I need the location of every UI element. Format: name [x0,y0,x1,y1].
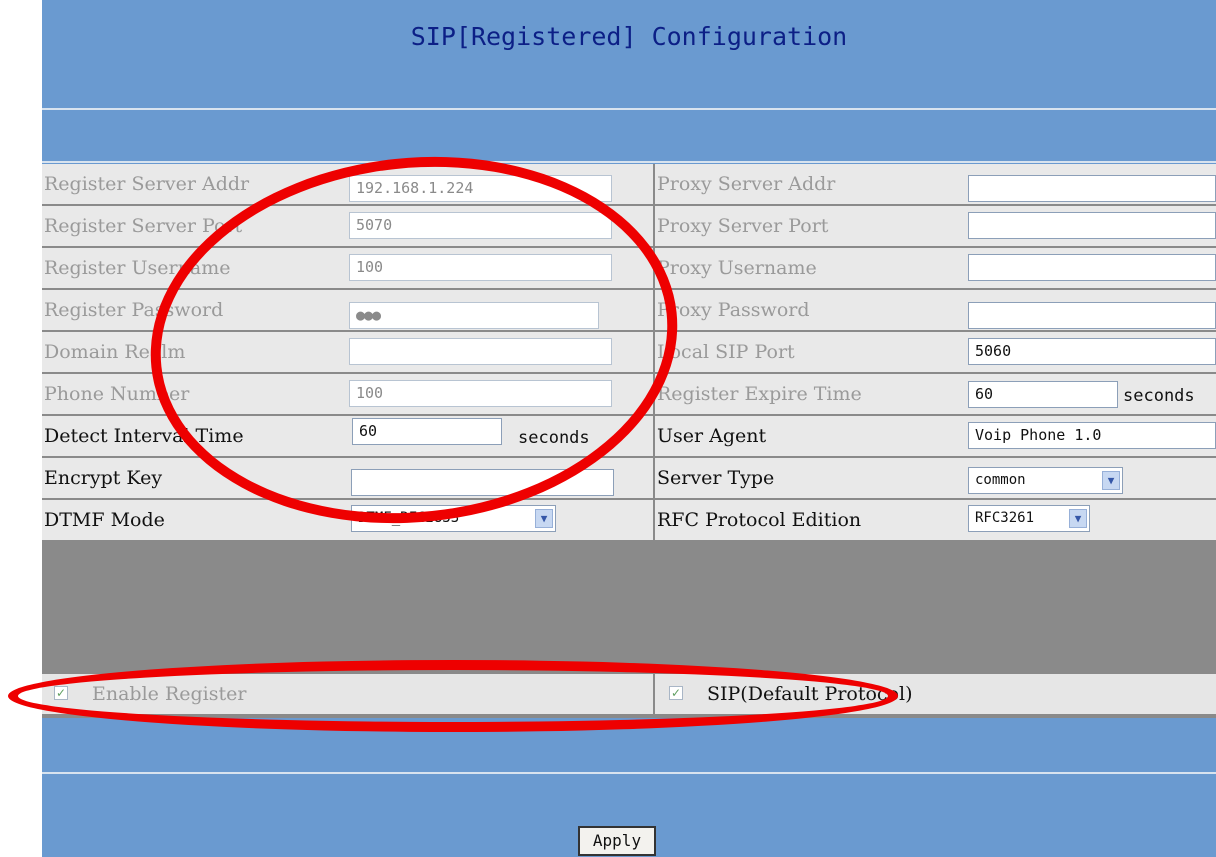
page-title: SIP[Registered] Configuration [410,22,848,51]
detect-interval-time-input[interactable]: 60 [352,418,502,445]
proxy-username-label: Proxy Username [655,248,963,288]
sip-default-label: SIP(Default Protocol) [707,683,913,705]
value-cell: 5070 [345,206,653,246]
register-expire-time-label: Register Expire Time [655,374,963,414]
encrypt-key-input[interactable] [351,469,614,496]
seconds-unit: seconds [518,428,590,448]
divider [42,161,1216,163]
divider [42,108,1216,110]
settings-table: Register Server Addr 192.168.1.224 Proxy… [42,164,1216,718]
table-row: Register Server Addr 192.168.1.224 Proxy… [42,164,1216,206]
phone-number-input[interactable]: 100 [349,380,612,407]
register-password-label: Register Password [42,290,345,330]
local-sip-port-label: Local SIP Port [655,332,963,372]
value-cell [963,248,1216,288]
rfc-protocol-select[interactable]: RFC3261 ▼ [968,505,1090,532]
value-cell: ●●● [345,290,653,330]
table-row: DTMF Mode DTMF_RFC2833 ▼ RFC Protocol Ed… [42,500,1216,542]
value-cell: 5060 [963,332,1216,372]
phone-number-label: Phone Number [42,374,345,414]
divider [42,772,1216,774]
value-cell: 192.168.1.224 [345,164,653,204]
value-cell: Voip Phone 1.0 [963,416,1216,456]
domain-realm-input[interactable] [349,338,612,365]
encrypt-key-label: Encrypt Key [42,458,345,498]
dtmf-mode-label: DTMF Mode [42,500,345,540]
enable-register-checkbox[interactable]: ✓ [54,686,68,700]
register-username-label: Register Username [42,248,345,288]
proxy-password-input[interactable] [968,302,1216,329]
register-expire-time-input[interactable]: 60 [968,381,1118,408]
config-panel: SIP[Registered] Configuration Register S… [42,0,1216,857]
value-cell [345,332,653,372]
register-username-input[interactable]: 100 [349,254,612,281]
register-server-addr-label: Register Server Addr [42,164,345,204]
seconds-unit: seconds [1123,386,1195,406]
value-cell: RFC3261 ▼ [963,500,1216,540]
chevron-down-icon[interactable]: ▼ [1069,509,1087,528]
value-cell [963,206,1216,246]
value-cell: common ▼ [963,458,1216,498]
value-cell: 100 [345,248,653,288]
sip-default-checkbox[interactable]: ✓ [669,686,683,700]
value-cell: 100 [345,374,653,414]
register-server-port-input[interactable]: 5070 [349,212,612,239]
table-row: Register Username 100 Proxy Username [42,248,1216,290]
value-cell [963,164,1216,204]
server-type-select[interactable]: common ▼ [968,467,1123,494]
user-agent-label: User Agent [655,416,963,456]
proxy-password-label: Proxy Password [655,290,963,330]
table-row: Domain Realm Local SIP Port 5060 [42,332,1216,374]
register-server-addr-input[interactable]: 192.168.1.224 [349,175,612,202]
table-row: Detect Interval Time 60 seconds User Age… [42,416,1216,458]
value-cell: 60 seconds [963,374,1216,414]
sip-default-cell: ✓ SIP(Default Protocol) [655,674,1216,714]
value-cell [963,290,1216,330]
register-password-input[interactable]: ●●● [349,302,599,329]
value-cell: 60 seconds [345,416,653,456]
user-agent-input[interactable]: Voip Phone 1.0 [968,422,1216,449]
proxy-server-addr-label: Proxy Server Addr [655,164,963,204]
rfc-protocol-edition-label: RFC Protocol Edition [655,500,963,540]
proxy-server-port-input[interactable] [968,212,1216,239]
table-row: Register Server Port 5070 Proxy Server P… [42,206,1216,248]
value-cell [345,458,653,498]
server-type-label: Server Type [655,458,963,498]
enable-register-label: Enable Register [92,683,247,705]
table-row: Phone Number 100 Register Expire Time 60… [42,374,1216,416]
table-row: Register Password ●●● Proxy Password [42,290,1216,332]
server-type-value: common [975,472,1026,488]
dtmf-mode-value: DTMF_RFC2833 [358,510,460,526]
chevron-down-icon[interactable]: ▼ [535,509,553,528]
proxy-username-input[interactable] [968,254,1216,281]
proxy-server-addr-input[interactable] [968,175,1216,202]
apply-button[interactable]: Apply [578,826,656,856]
enable-register-cell: ✓ Enable Register [42,674,653,714]
rfc-protocol-value: RFC3261 [975,510,1035,526]
chevron-down-icon[interactable]: ▼ [1102,471,1120,490]
detect-interval-time-label: Detect Interval Time [42,416,345,456]
value-cell: DTMF_RFC2833 ▼ [345,500,653,540]
checkbox-row: ✓ Enable Register ✓ SIP(Default Protocol… [42,674,1216,716]
local-sip-port-input[interactable]: 5060 [968,338,1216,365]
table-row: Encrypt Key Server Type common ▼ [42,458,1216,500]
proxy-server-port-label: Proxy Server Port [655,206,963,246]
register-server-port-label: Register Server Port [42,206,345,246]
domain-realm-label: Domain Realm [42,332,345,372]
dtmf-mode-select[interactable]: DTMF_RFC2833 ▼ [351,505,556,532]
